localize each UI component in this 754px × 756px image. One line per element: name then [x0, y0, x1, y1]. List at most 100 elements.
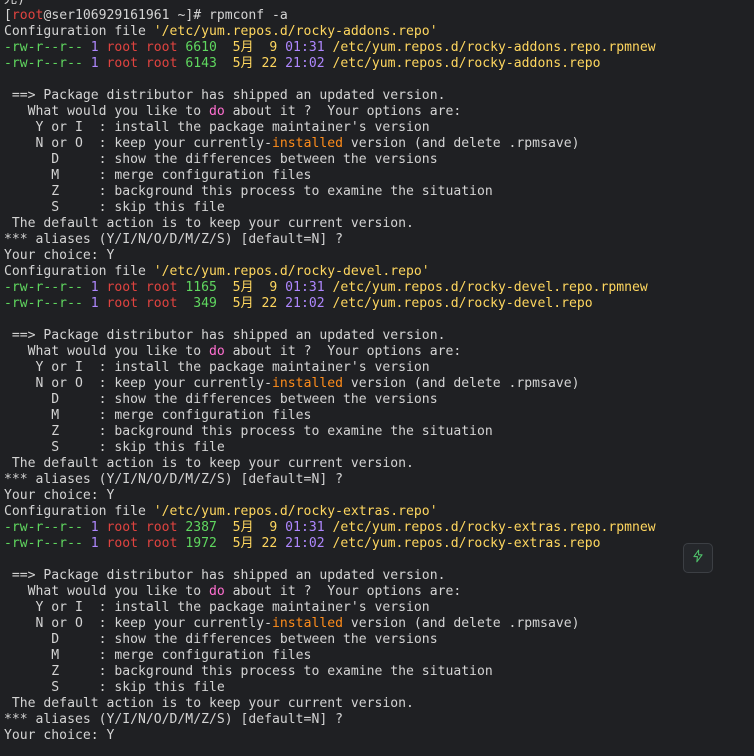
terminal-text-segment: S : skip this file	[4, 200, 225, 215]
lightning-action-button[interactable]	[683, 543, 713, 573]
terminal-text-segment: version (and delete .rpmsave)	[342, 616, 580, 631]
terminal-text-segment: Y or I : install the package maintainer'…	[4, 600, 430, 615]
terminal-text-segment: *** aliases (Y/I/N/O/D/M/Z/S) [default=N…	[4, 472, 343, 487]
terminal-line: What would you like to do about it ? You…	[4, 584, 754, 600]
terminal-line: The default action is to keep your curre…	[4, 216, 754, 232]
terminal-text-segment: about it ? Your options are:	[224, 344, 462, 359]
terminal-line: ==> Package distributor has shipped an u…	[4, 88, 754, 104]
terminal-line: ==> Package distributor has shipped an u…	[4, 568, 754, 584]
terminal-line: Configuration file '/etc/yum.repos.d/roc…	[4, 504, 754, 520]
terminal-text-segment: 5月 22	[224, 536, 286, 551]
terminal-text-segment: ==> Package distributor has shipped an u…	[4, 88, 446, 103]
terminal-line: Y or I : install the package maintainer'…	[4, 600, 754, 616]
terminal-text-segment: D : show the differences between the ver…	[4, 392, 438, 407]
terminal-text-segment: 5月 9	[224, 520, 286, 535]
terminal-text-segment: installed	[272, 616, 343, 631]
terminal-line: -rw-r--r-- 1 root root 1972 5月 22 21:02 …	[4, 536, 754, 552]
terminal-line: -rw-r--r-- 1 root root 6610 5月 9 01:31 /…	[4, 40, 754, 56]
terminal-line: ==> Package distributor has shipped an u…	[4, 328, 754, 344]
terminal-text-segment: S : skip this file	[4, 440, 225, 455]
terminal-text-segment: Configuration file	[4, 24, 154, 39]
terminal-text-segment: [	[4, 8, 12, 23]
terminal-text-segment: /etc/yum.repos.d/rocky-addons.repo	[332, 56, 601, 71]
terminal-line: 光)	[4, 0, 754, 8]
terminal-line: -rw-r--r-- 1 root root 6143 5月 22 21:02 …	[4, 56, 754, 72]
terminal-text-segment: Your choice: Y	[4, 488, 115, 503]
terminal-text-segment: 1	[90, 536, 107, 551]
terminal-text-segment: Z : background this process to examine t…	[4, 184, 493, 199]
terminal-text-segment: S : skip this file	[4, 680, 225, 695]
terminal-text-segment: Z : background this process to examine t…	[4, 424, 493, 439]
terminal-text-segment: M : merge configuration files	[4, 168, 312, 183]
terminal-text-segment: 01:31	[285, 280, 333, 295]
terminal-text-segment: 5月 22	[224, 296, 286, 311]
terminal-text-segment: /etc/yum.repos.d/rocky-devel.repo.rpmnew	[332, 280, 648, 295]
terminal-text-segment: '/etc/yum.repos.d/rocky-addons.repo'	[153, 24, 438, 39]
terminal-line: -rw-r--r-- 1 root root 2387 5月 9 01:31 /…	[4, 520, 754, 536]
terminal-text-segment: root root	[106, 296, 186, 311]
terminal-text-segment: The default action is to keep your curre…	[4, 696, 414, 711]
terminal-text-segment: 1	[90, 296, 107, 311]
terminal-text-segment: *** aliases (Y/I/N/O/D/M/Z/S) [default=N…	[4, 232, 343, 247]
terminal-text-segment: -rw-r--r--	[4, 56, 91, 71]
terminal-text-segment: version (and delete .rpmsave)	[342, 136, 580, 151]
terminal-line: M : merge configuration files	[4, 408, 754, 424]
terminal-text-segment: Configuration file	[4, 504, 154, 519]
terminal-text-segment: D : show the differences between the ver…	[4, 152, 438, 167]
terminal-text-segment: 21:02	[285, 56, 333, 71]
terminal-text-segment: /etc/yum.repos.d/rocky-addons.repo.rpmne…	[332, 40, 656, 55]
terminal-text-segment: -rw-r--r--	[4, 296, 91, 311]
terminal-text-segment: Configuration file	[4, 264, 154, 279]
terminal-text-segment: about it ? Your options are:	[224, 104, 462, 119]
terminal-text-segment: What would you like to	[4, 344, 209, 359]
terminal-text-segment: Y or I : install the package maintainer'…	[4, 120, 430, 135]
terminal-line: Your choice: Y	[4, 488, 754, 504]
terminal-text-segment: /etc/yum.repos.d/rocky-extras.repo.rpmne…	[332, 520, 656, 535]
terminal-text-segment: What would you like to	[4, 584, 209, 599]
terminal-text-segment: 6610	[185, 40, 225, 55]
terminal-text-segment: do	[208, 104, 225, 119]
terminal-text-segment: -rw-r--r--	[4, 280, 91, 295]
terminal-text-segment: root root	[106, 40, 186, 55]
terminal-line: Z : background this process to examine t…	[4, 184, 754, 200]
terminal-line: -rw-r--r-- 1 root root 349 5月 22 21:02 /…	[4, 296, 754, 312]
terminal-line: What would you like to do about it ? You…	[4, 344, 754, 360]
terminal-text-segment: The default action is to keep your curre…	[4, 456, 414, 471]
terminal-line: Configuration file '/etc/yum.repos.d/roc…	[4, 264, 754, 280]
terminal-text-segment: 01:31	[285, 520, 333, 535]
terminal-text-segment: root	[11, 8, 44, 23]
terminal-text-segment: 5月 9	[224, 280, 286, 295]
terminal-line: D : show the differences between the ver…	[4, 152, 754, 168]
terminal-text-segment: 21:02	[285, 296, 333, 311]
terminal-line: Y or I : install the package maintainer'…	[4, 360, 754, 376]
terminal-line: Z : background this process to examine t…	[4, 424, 754, 440]
lightning-icon	[691, 549, 705, 568]
terminal-line: S : skip this file	[4, 440, 754, 456]
terminal-text-segment: Z : background this process to examine t…	[4, 664, 493, 679]
terminal-line: What would you like to do about it ? You…	[4, 104, 754, 120]
terminal-line: M : merge configuration files	[4, 168, 754, 184]
terminal-text-segment: @ser106929161961 ~]# rpmconf -a	[43, 8, 288, 23]
terminal-text-segment: N or O : keep your currently-	[4, 136, 273, 151]
terminal-text-segment: N or O : keep your currently-	[4, 376, 273, 391]
terminal-text-segment: 349	[185, 296, 225, 311]
terminal-text-segment: /etc/yum.repos.d/rocky-extras.repo	[332, 536, 601, 551]
terminal-line: N or O : keep your currently-installed v…	[4, 376, 754, 392]
terminal-line: Configuration file '/etc/yum.repos.d/roc…	[4, 24, 754, 40]
terminal-text-segment: ==> Package distributor has shipped an u…	[4, 328, 446, 343]
terminal-text-segment: 光)	[4, 0, 25, 7]
terminal-text-segment: 5月 22	[224, 56, 286, 71]
terminal-text-segment: M : merge configuration files	[4, 408, 312, 423]
terminal-text-segment: Your choice: Y	[4, 248, 115, 263]
terminal-window[interactable]: 光)[root@ser106929161961 ~]# rpmconf -aCo…	[0, 0, 754, 756]
terminal-text-segment: 5月 9	[224, 40, 286, 55]
terminal-text-segment: 1	[90, 520, 107, 535]
terminal-text-segment: 2387	[185, 520, 225, 535]
terminal-text-segment: 1972	[185, 536, 225, 551]
terminal-text-segment: 1	[90, 280, 107, 295]
terminal-line: Z : background this process to examine t…	[4, 664, 754, 680]
terminal-line: N or O : keep your currently-installed v…	[4, 616, 754, 632]
